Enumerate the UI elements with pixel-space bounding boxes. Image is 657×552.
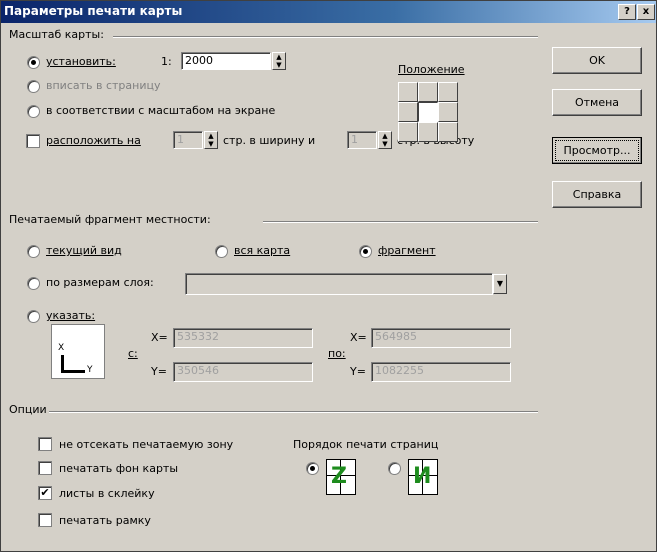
to-y-input[interactable]: 1082255 bbox=[371, 362, 511, 382]
pages-high-input[interactable]: 1 bbox=[347, 131, 377, 149]
layer-select[interactable] bbox=[185, 273, 493, 295]
whole-map-radio[interactable] bbox=[215, 245, 228, 258]
z-order-glyph: Z bbox=[331, 464, 347, 489]
whole-map-label: вся карта bbox=[234, 244, 291, 257]
print-frame-label: печатать рамку bbox=[59, 514, 151, 527]
fragment-label: фрагмент bbox=[378, 244, 436, 257]
axis-x-label: X bbox=[58, 343, 65, 353]
page-order-label: Порядок печати страниц bbox=[293, 438, 439, 451]
print-bg-label: печатать фон карты bbox=[59, 462, 179, 475]
position-cell-center[interactable] bbox=[418, 102, 438, 122]
to-x-input[interactable]: 564985 bbox=[371, 328, 511, 348]
help-title-button[interactable]: ? bbox=[618, 4, 636, 20]
page-order-n-radio[interactable] bbox=[388, 462, 401, 475]
glue-sheets-checkbox[interactable]: ✔ bbox=[38, 486, 52, 500]
layer-select-dropdown[interactable]: ▼ bbox=[493, 274, 507, 294]
n-order-glyph: И bbox=[413, 464, 432, 489]
arrange-pages-label: расположить на bbox=[46, 134, 141, 147]
scale-fit-radio[interactable] bbox=[27, 80, 40, 93]
from-y-label: Y= bbox=[151, 365, 167, 378]
pages-wide-input[interactable]: 1 bbox=[173, 131, 203, 149]
coordinate-axes-icon: X Y bbox=[51, 324, 105, 379]
options-group-label: Опции bbox=[9, 403, 47, 416]
scale-ratio-spinner[interactable]: ▲ ▼ bbox=[272, 52, 286, 70]
print-bg-checkbox[interactable] bbox=[38, 461, 52, 475]
axis-horizontal bbox=[61, 370, 85, 373]
position-label: Положение bbox=[398, 63, 465, 76]
page-order-z-icon: Z bbox=[326, 459, 356, 495]
print-frame-checkbox[interactable] bbox=[38, 513, 52, 527]
specify-radio[interactable] bbox=[27, 310, 40, 323]
position-cell-right[interactable] bbox=[438, 102, 458, 122]
current-view-radio[interactable] bbox=[27, 245, 40, 258]
from-x-label: X= bbox=[151, 331, 168, 344]
current-view-label: текущий вид bbox=[46, 244, 122, 257]
position-cell-top[interactable] bbox=[418, 82, 438, 102]
preview-button[interactable]: Просмотр... bbox=[552, 137, 642, 164]
glue-sheets-label: листы в склейку bbox=[59, 487, 155, 500]
scale-set-radio[interactable] bbox=[27, 56, 40, 69]
position-cell-top-right[interactable] bbox=[438, 82, 458, 102]
no-clip-label: не отсекать печатаемую зону bbox=[59, 438, 234, 451]
to-label: по: bbox=[328, 347, 346, 360]
options-group-divider bbox=[49, 411, 538, 413]
no-clip-checkbox[interactable] bbox=[38, 437, 52, 451]
page-order-z-radio[interactable] bbox=[306, 462, 319, 475]
close-title-button[interactable]: x bbox=[637, 4, 655, 20]
pages-wide-suffix: стр. в ширину и bbox=[223, 134, 316, 147]
position-cell-bottom[interactable] bbox=[418, 122, 438, 142]
position-cell-left[interactable] bbox=[398, 102, 418, 122]
pages-high-spinner[interactable]: ▲ ▼ bbox=[378, 131, 392, 149]
scale-ratio-prefix: 1: bbox=[161, 55, 172, 68]
print-settings-dialog: Параметры печати карты ? x OK Отмена Про… bbox=[0, 0, 657, 552]
cancel-button[interactable]: Отмена bbox=[552, 89, 642, 116]
position-grid bbox=[396, 80, 462, 146]
from-label: с: bbox=[128, 347, 138, 360]
scale-fit-label: вписать в страницу bbox=[46, 79, 161, 92]
scale-ratio-input[interactable]: 2000 bbox=[181, 52, 271, 70]
fragment-group-divider bbox=[263, 221, 538, 223]
scale-set-label: установить: bbox=[46, 55, 116, 68]
from-y-input[interactable]: 350546 bbox=[173, 362, 313, 382]
scale-screen-radio[interactable] bbox=[27, 105, 40, 118]
fragment-group-label: Печатаемый фрагмент местности: bbox=[9, 213, 211, 226]
pages-wide-spinner[interactable]: ▲ ▼ bbox=[204, 131, 218, 149]
scale-group-label: Масштаб карты: bbox=[9, 28, 104, 41]
fragment-radio[interactable] bbox=[359, 245, 372, 258]
by-layer-label: по размерам слоя: bbox=[46, 276, 154, 289]
title-bar: Параметры печати карты ? x bbox=[1, 1, 656, 23]
position-cell-top-left[interactable] bbox=[398, 82, 418, 102]
position-cell-bottom-left[interactable] bbox=[398, 122, 418, 142]
window-title: Параметры печати карты bbox=[4, 4, 183, 18]
arrange-pages-checkbox[interactable] bbox=[26, 134, 40, 148]
position-cell-bottom-right[interactable] bbox=[438, 122, 458, 142]
scale-group-divider bbox=[113, 36, 538, 38]
scale-screen-label: в соответствии с масштабом на экране bbox=[46, 104, 276, 117]
from-x-input[interactable]: 535332 bbox=[173, 328, 313, 348]
by-layer-radio[interactable] bbox=[27, 277, 40, 290]
axis-y-label: Y bbox=[87, 365, 93, 375]
specify-label: указать: bbox=[46, 309, 96, 322]
ok-button[interactable]: OK bbox=[552, 47, 642, 74]
help-button[interactable]: Справка bbox=[552, 181, 642, 208]
to-y-label: Y= bbox=[350, 365, 366, 378]
page-order-n-icon: И bbox=[408, 459, 438, 495]
to-x-label: X= bbox=[350, 331, 367, 344]
